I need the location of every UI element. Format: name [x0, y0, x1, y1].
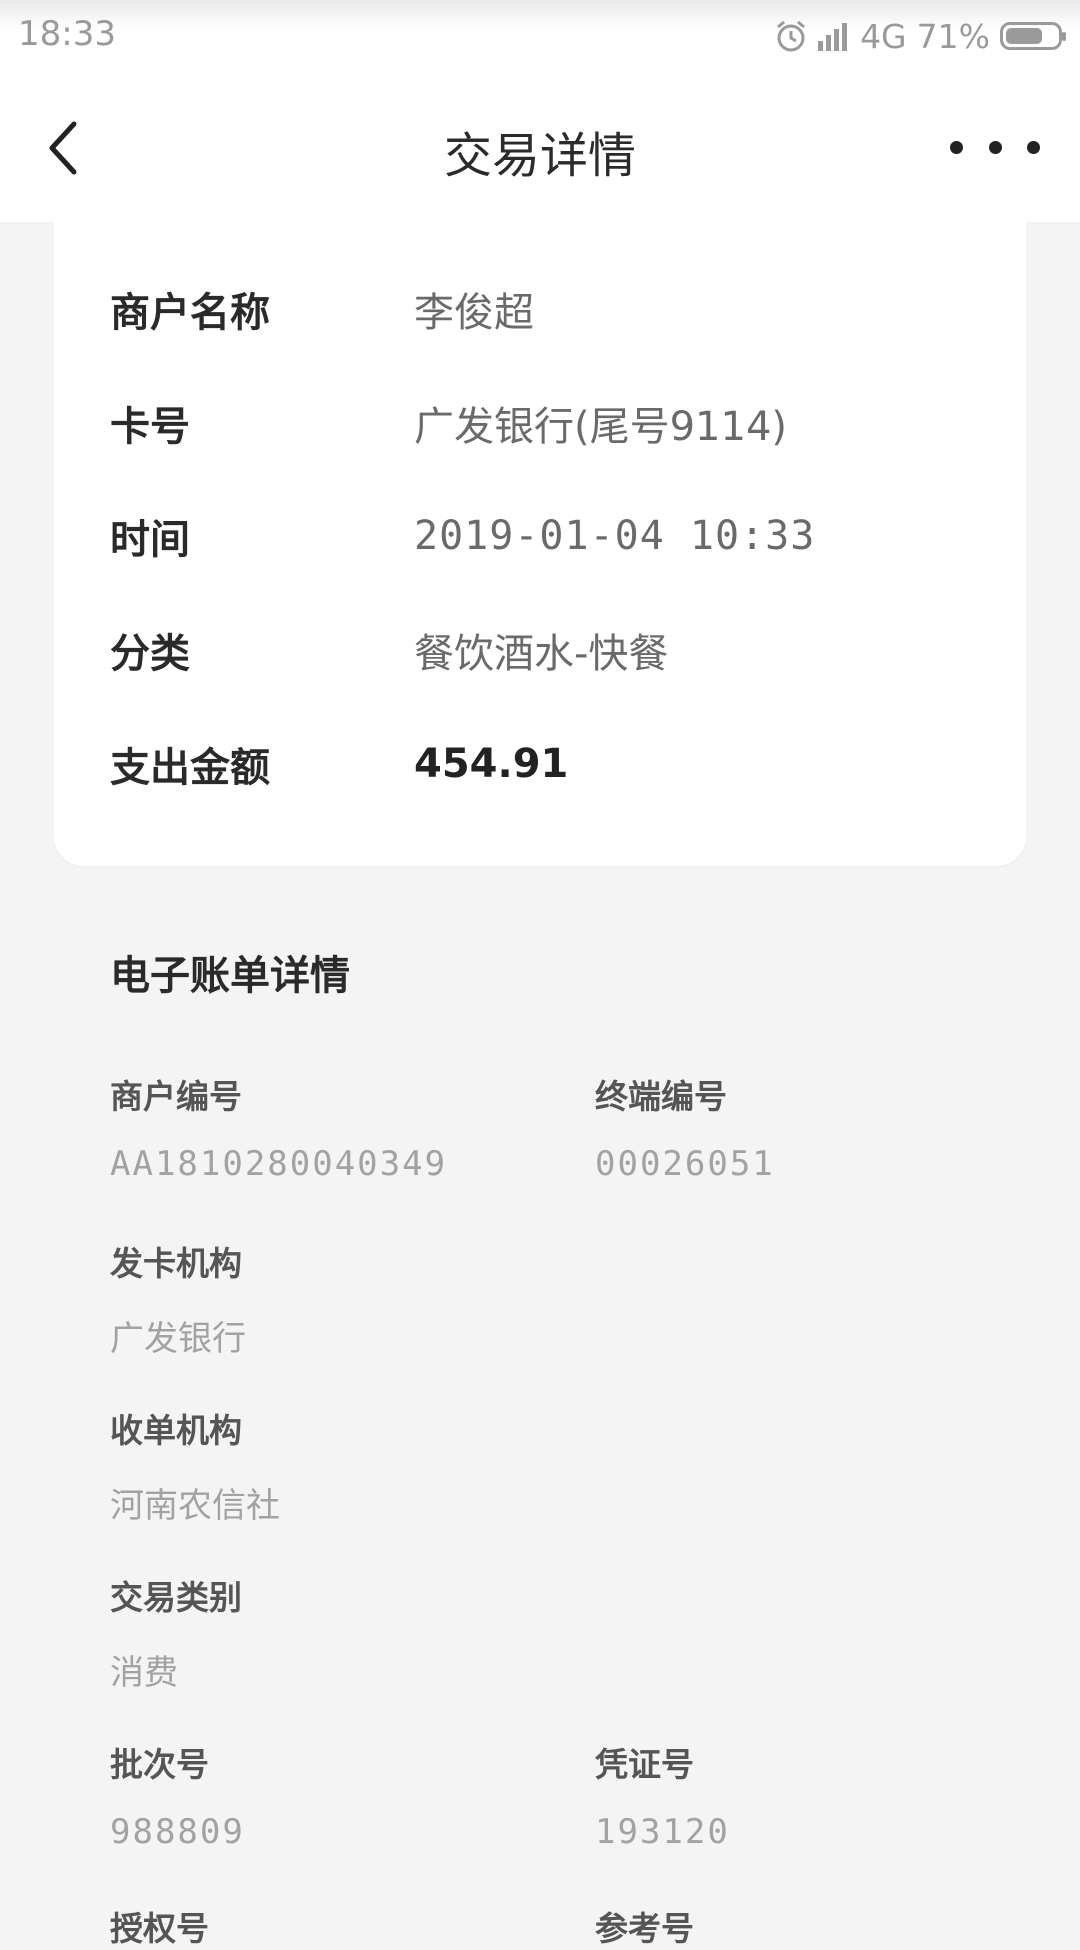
acquirer-field: 收单机构 河南农信社 [110, 1404, 280, 1527]
category-row: 分类 餐饮酒水-快餐 [110, 620, 986, 680]
batch-number-value: 988809 [110, 1812, 245, 1852]
issuer-label: 发卡机构 [110, 1244, 242, 1283]
hd-signal-icon [818, 21, 850, 51]
transaction-type-label: 交易类别 [110, 1578, 242, 1617]
status-icons: 4G 71% [764, 14, 1066, 58]
category-label: 分类 [110, 631, 190, 677]
card-number-value: 广发银行(尾号9114) [414, 404, 788, 450]
amount-value: 454.91 [414, 741, 569, 787]
reference-number-field: 参考号 [595, 1902, 694, 1950]
alarm-icon [777, 20, 806, 52]
merchant-name-row: 商户名称 李俊超 [110, 279, 986, 339]
time-row: 时间 2019-01-04 10:33 [110, 506, 986, 566]
transaction-summary-card: 商户名称 李俊超 卡号 广发银行(尾号9114) 时间 2019-01-04 1… [54, 200, 1026, 866]
category-value: 餐饮酒水-快餐 [414, 631, 669, 677]
merchant-id-field: 商户编号 AA1810280040349 [110, 1070, 447, 1184]
page-title: 交易详情 [443, 128, 636, 184]
merchant-id-value: AA1810280040349 [110, 1144, 448, 1184]
transaction-type-field: 交易类别 消费 [110, 1571, 242, 1694]
issuer-field: 发卡机构 广发银行 [110, 1237, 246, 1360]
transaction-type-value: 消费 [110, 1653, 178, 1693]
more-dots-icon [950, 140, 963, 154]
batch-number-field: 批次号 988809 [110, 1738, 245, 1852]
batch-number-label: 批次号 [110, 1745, 209, 1784]
amount-row: 支出金额 454.91 [110, 734, 986, 794]
issuer-value: 广发银行 [110, 1319, 246, 1359]
card-number-row: 卡号 广发银行(尾号9114) [110, 393, 986, 453]
merchant-name-value: 李俊超 [414, 290, 534, 336]
auth-number-label: 授权号 [110, 1909, 209, 1948]
terminal-id-field: 终端编号 00026051 [595, 1070, 775, 1184]
network-type: 4G [860, 16, 907, 56]
amount-label: 支出金额 [110, 745, 270, 791]
terminal-id-label: 终端编号 [595, 1077, 727, 1116]
voucher-number-value: 193120 [595, 1812, 730, 1852]
time-value: 2019-01-04 10:33 [414, 513, 816, 559]
terminal-id-value: 00026051 [595, 1144, 775, 1184]
voucher-number-label: 凭证号 [595, 1745, 694, 1784]
status-time: 18:33 [18, 14, 116, 54]
acquirer-label: 收单机构 [110, 1411, 242, 1450]
more-button[interactable] [950, 122, 1040, 172]
merchant-id-label: 商户编号 [110, 1077, 242, 1116]
battery-percent: 71% [916, 16, 990, 56]
status-bar: 18:33 4G 71% [0, 0, 1080, 74]
card-number-label: 卡号 [110, 404, 190, 450]
battery-icon [1000, 22, 1066, 50]
nav-bar: 交易详情 [0, 74, 1080, 222]
auth-number-field: 授权号 [110, 1902, 209, 1950]
reference-number-label: 参考号 [595, 1909, 694, 1948]
merchant-name-label: 商户名称 [110, 290, 270, 336]
voucher-number-field: 凭证号 193120 [595, 1738, 730, 1852]
ebill-section-title: 电子账单详情 [110, 953, 350, 999]
acquirer-value: 河南农信社 [110, 1486, 280, 1526]
time-label: 时间 [110, 517, 190, 563]
